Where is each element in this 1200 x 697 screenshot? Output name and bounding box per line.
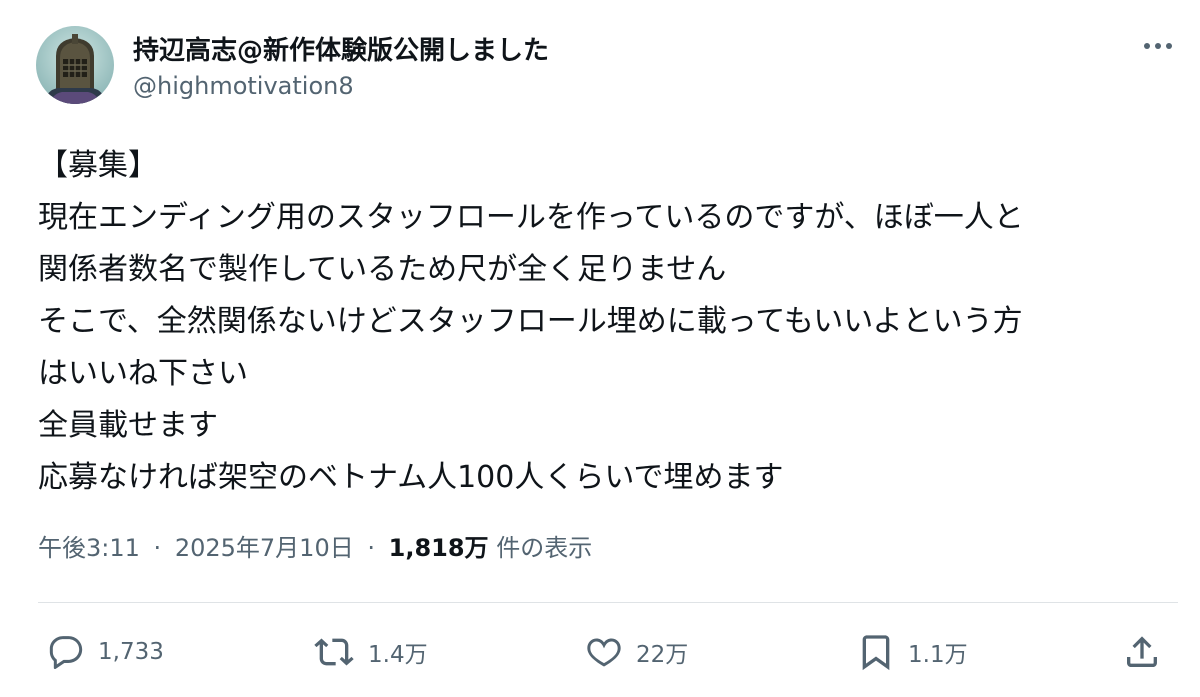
like-count: 22万 — [636, 642, 689, 668]
reply-icon — [49, 636, 83, 670]
more-options-button[interactable] — [1138, 28, 1178, 64]
author-display-name[interactable]: 持辺高志@新作体験版公開しました — [133, 30, 549, 67]
bookmark-count: 1.1万 — [908, 642, 968, 668]
tweet-time[interactable]: 午後3:11 — [38, 534, 140, 562]
divider — [38, 602, 1178, 603]
tweet-text-line: 現在エンディング用のスタッフロールを作っているのですが、ほぼ一人と — [38, 200, 1024, 235]
tweet-text-line: そこで、全然関係ないけどスタッフロール埋めに載ってもいいよという方 — [38, 304, 1023, 339]
tweet-text-line: 応募なければ架空のベトナム人100人くらいで埋めます — [38, 460, 784, 495]
knight-helmet-avatar-image — [36, 26, 114, 104]
tweet-text-line: 全員載せます — [38, 408, 218, 443]
tweet-date[interactable]: 2025年7月10日 — [175, 534, 354, 562]
like-button[interactable]: 22万 — [584, 630, 688, 674]
tweet-text-line: 関係者数名で製作しているため尺が全く足りません — [38, 252, 727, 287]
avatar[interactable] — [36, 26, 114, 104]
retweet-icon — [314, 638, 354, 666]
tweet-card: 持辺高志@新作体験版公開しました @highmotivation8 【募集】 現… — [0, 0, 1200, 697]
reply-button[interactable]: 1,733 — [46, 630, 164, 674]
meta-separator: · — [367, 534, 375, 562]
meta-separator: · — [153, 534, 162, 562]
tweet-meta: 午後3:11 · 2025年7月10日 · 1,818万 件の表示 — [38, 528, 592, 563]
more-horizontal-icon — [1144, 43, 1172, 49]
bookmark-icon — [862, 635, 890, 671]
reply-count: 1,733 — [98, 639, 164, 665]
views-count: 1,818万 — [388, 534, 489, 562]
views-label: 件の表示 — [496, 534, 593, 562]
bookmark-button[interactable]: 1.1万 — [856, 630, 968, 674]
heart-icon — [587, 638, 621, 667]
share-button[interactable] — [1122, 630, 1162, 674]
tweet-text-line: 【募集】 — [38, 148, 158, 183]
tweet-text: 【募集】 現在エンディング用のスタッフロールを作っているのですが、ほぼ一人と 関… — [38, 140, 1178, 504]
tweet-text-line: はいいね下さい — [38, 356, 248, 391]
share-icon — [1127, 636, 1157, 667]
author-handle[interactable]: @highmotivation8 — [133, 72, 354, 100]
retweet-button[interactable]: 1.4万 — [312, 630, 428, 674]
retweet-count: 1.4万 — [368, 642, 428, 668]
